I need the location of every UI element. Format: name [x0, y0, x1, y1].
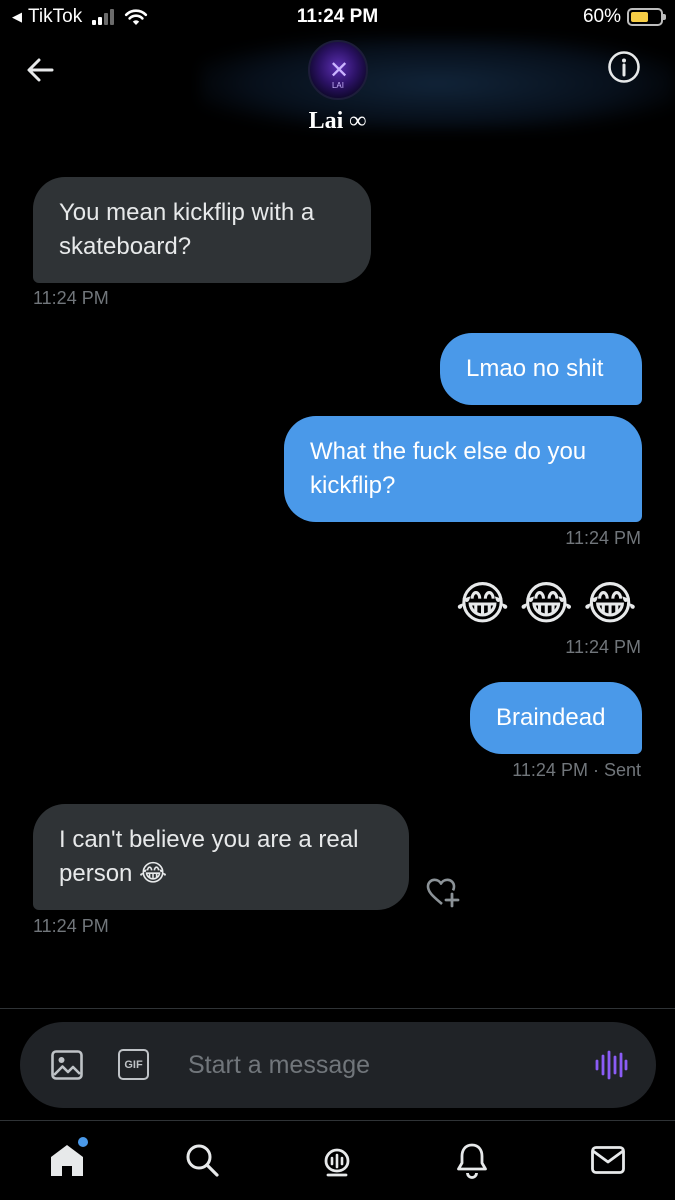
battery-status: 60% — [582, 6, 666, 28]
image-icon — [51, 1050, 83, 1080]
message-text: I can't believe you are a real person 😂 — [59, 826, 359, 887]
gif-label: GIF — [124, 1058, 143, 1071]
back-button[interactable] — [22, 52, 58, 88]
tab-messages[interactable] — [587, 1139, 629, 1181]
message-timestamp: 11:24 PM — [33, 916, 109, 936]
message-timestamp: 11:24 PM — [565, 637, 641, 657]
message-text: What the fuck else do you kickflip? — [310, 438, 587, 499]
message-sent-status: · Sent — [592, 760, 641, 780]
message-timestamp-with-status: 11:24 PM · Sent — [512, 760, 641, 781]
tears-of-joy-emoji: 😂 — [519, 577, 574, 629]
add-photo-button[interactable] — [50, 1048, 84, 1082]
battery-fill — [631, 12, 648, 22]
messages-icon — [591, 1146, 625, 1174]
composer-divider — [0, 1008, 675, 1009]
message-timestamp: 11:24 PM — [33, 288, 109, 308]
message-timestamp: 11:24 PM — [565, 528, 641, 548]
add-gif-button[interactable]: GIF — [118, 1049, 149, 1080]
voice-message-button[interactable] — [594, 1048, 628, 1082]
dm-screen: ◀ TikTok 11:24 PM 60% ✕ LAI Lai ∞ You me… — [0, 0, 675, 1200]
avatar-logo-icon: ✕ — [328, 56, 349, 84]
message-thread[interactable]: You mean kickflip with a skateboard? 11:… — [0, 150, 675, 1008]
home-notification-dot — [78, 1137, 88, 1147]
message-timestamp: 11:24 PM — [512, 760, 588, 780]
message-input[interactable] — [188, 1044, 568, 1086]
notifications-icon — [457, 1143, 487, 1179]
react-heart-button[interactable] — [425, 875, 461, 911]
message-bubble-outgoing[interactable]: Braindead — [470, 682, 642, 754]
message-bubble-incoming[interactable]: You mean kickflip with a skateboard? — [33, 177, 371, 283]
battery-percent: 60% — [582, 6, 621, 27]
status-bar: ◀ TikTok 11:24 PM 60% — [0, 0, 675, 36]
avatar-logo-text: LAI — [331, 81, 344, 90]
message-bubble-outgoing[interactable]: What the fuck else do you kickflip? — [284, 416, 642, 522]
tab-home[interactable] — [46, 1137, 88, 1181]
heart-plus-icon — [426, 878, 460, 908]
bottom-tab-bar — [0, 1120, 675, 1200]
contact-name[interactable]: Lai ∞ — [0, 108, 675, 135]
contact-avatar[interactable]: ✕ LAI — [308, 40, 368, 100]
emoji-message[interactable]: 😂 😂 😂 — [456, 574, 637, 632]
tab-spaces[interactable] — [316, 1139, 358, 1181]
arrow-left-icon — [27, 58, 54, 82]
message-bubble-incoming[interactable]: I can't believe you are a real person 😂 — [33, 804, 409, 910]
tab-notifications[interactable] — [451, 1139, 493, 1181]
message-bubble-outgoing[interactable]: Lmao no shit — [440, 333, 642, 405]
search-icon — [186, 1144, 219, 1177]
voice-waveform-icon — [595, 1050, 628, 1080]
conversation-header: ✕ LAI Lai ∞ — [0, 36, 675, 150]
info-circle-icon — [608, 51, 640, 83]
message-text: You mean kickflip with a skateboard? — [59, 199, 315, 260]
status-time: 11:24 PM — [296, 6, 379, 27]
battery-icon — [627, 8, 666, 26]
tab-search[interactable] — [181, 1139, 223, 1181]
message-text: Lmao no shit — [466, 355, 604, 382]
message-text: Braindead — [496, 704, 606, 731]
spaces-icon — [324, 1148, 350, 1177]
message-composer: GIF — [20, 1022, 656, 1108]
conversation-info-button[interactable] — [607, 50, 641, 84]
tears-of-joy-emoji: 😂 — [583, 577, 637, 629]
tears-of-joy-emoji: 😂 — [455, 577, 510, 629]
